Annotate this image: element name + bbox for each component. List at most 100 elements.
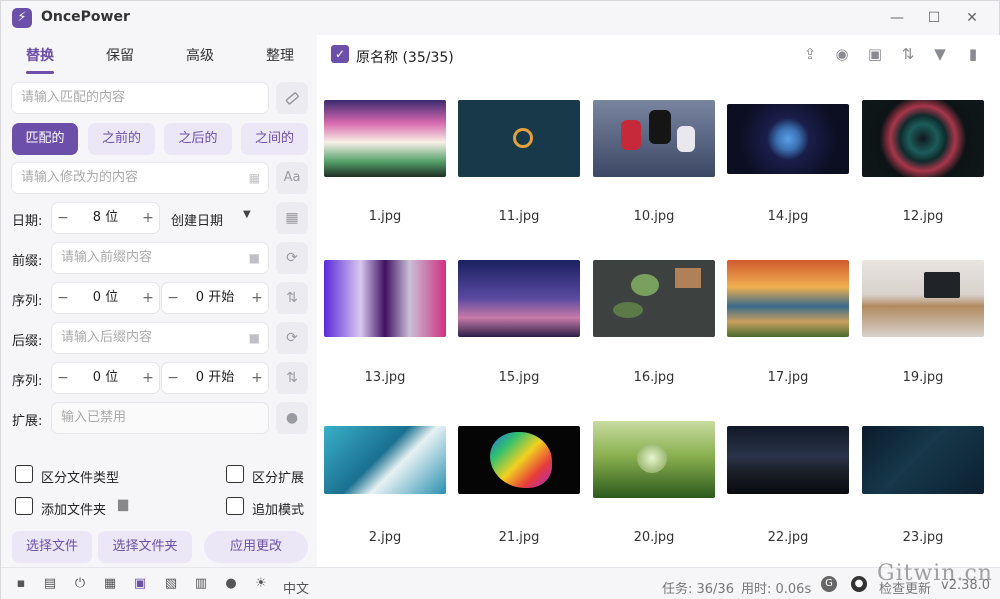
file-name: 12.jpg [902, 209, 944, 224]
apply-changes-button[interactable]: 应用更改 [204, 531, 308, 563]
replace-input[interactable]: 请输入修改为的内容 ▦ [11, 162, 269, 194]
app-logo-icon: ⚡ [12, 8, 32, 28]
minus-icon[interactable]: − [52, 203, 74, 233]
match-input[interactable]: 请输入匹配的内容 [11, 82, 269, 114]
csv-icon[interactable]: ▧ [163, 576, 179, 592]
image-view-icon[interactable]: ▣ [865, 44, 885, 64]
plus-icon[interactable]: + [246, 363, 268, 393]
calendar-button-icon[interactable]: ▦ [276, 202, 308, 234]
distinguish-ext-checkbox[interactable] [226, 465, 244, 483]
tab-advanced[interactable]: 高级 [186, 45, 214, 65]
prefix-label: 前缀: [12, 254, 43, 269]
add-folder-checkbox[interactable] [15, 497, 33, 515]
export-icon[interactable]: ⇪ [800, 44, 820, 64]
maximize-button[interactable]: ☐ [920, 6, 948, 30]
thumbnail-image[interactable] [593, 100, 715, 177]
distinguish-type-checkbox[interactable] [15, 465, 33, 483]
save-icon[interactable]: ▪ [13, 576, 29, 592]
plus-icon[interactable]: + [137, 363, 159, 393]
select-folder-button[interactable]: 选择文件夹 [98, 531, 192, 563]
sun-icon[interactable]: ☀ [253, 576, 269, 592]
language-switch[interactable]: 中文 [283, 578, 309, 597]
refresh-icon[interactable]: ⟳ [276, 322, 308, 354]
plus-icon[interactable]: + [246, 283, 268, 313]
minus-icon[interactable]: − [52, 363, 74, 393]
thumbnail-image[interactable] [727, 426, 849, 494]
folder-icon: ▆ [118, 497, 128, 512]
tab-keep[interactable]: 保留 [106, 45, 134, 65]
thumbnail-image[interactable] [862, 100, 984, 177]
ruler-icon[interactable] [276, 82, 308, 114]
thumbnail-image[interactable] [593, 421, 715, 498]
plus-icon[interactable]: + [137, 283, 159, 313]
lightbulb-icon[interactable]: ● [223, 576, 239, 592]
dashboard-ring [513, 128, 533, 148]
sequence-start-stepper[interactable]: − 0 开始 + [161, 282, 269, 314]
calendar-icon[interactable]: ▥ [193, 576, 209, 592]
font-case-icon[interactable]: Aa [276, 162, 308, 194]
close-button[interactable]: ✕ [958, 6, 986, 30]
prefix-input[interactable]: 请输入前缀内容 ■ [51, 242, 269, 274]
thumbnail-image[interactable] [324, 100, 446, 177]
thumbnail-image[interactable] [324, 260, 446, 337]
sequence-type-icon[interactable]: ⇅ [276, 362, 308, 394]
file-name: 23.jpg [902, 530, 944, 545]
sequence-start-value[interactable]: 0 开始 [184, 363, 246, 393]
image-icon[interactable]: ▣ [132, 576, 148, 592]
tab-organize[interactable]: 整理 [266, 45, 294, 65]
thumbnail-image[interactable] [727, 104, 849, 174]
thumbnail-image[interactable] [458, 426, 580, 494]
calculator-icon[interactable]: ▦ [102, 576, 118, 592]
mode-match-button[interactable]: 匹配的 [12, 123, 78, 155]
select-file-button[interactable]: 选择文件 [12, 531, 92, 563]
sequence-digits-value[interactable]: 0 位 [74, 283, 137, 313]
github-icon[interactable]: ● [851, 576, 867, 592]
sequence-start-stepper[interactable]: − 0 开始 + [161, 362, 269, 394]
date-digits-value[interactable]: 8 位 [74, 203, 137, 233]
file-name: 11.jpg [498, 209, 540, 224]
file-icon[interactable]: ■ [249, 323, 260, 353]
minus-icon[interactable]: − [162, 283, 184, 313]
user-icon[interactable]: ● [276, 402, 308, 434]
laptop-shape [924, 272, 960, 298]
sequence-digits-value[interactable]: 0 位 [74, 363, 137, 393]
sequence-type-icon[interactable]: ⇅ [276, 282, 308, 314]
file-name: 15.jpg [498, 370, 540, 385]
thumbnail-image[interactable] [458, 100, 580, 177]
document-icon[interactable]: ▤ [42, 576, 58, 592]
sequence-digits-stepper[interactable]: − 0 位 + [51, 282, 160, 314]
date-digits-stepper[interactable]: − 8 位 + [51, 202, 160, 234]
thumbnail-image[interactable] [862, 260, 984, 337]
sort-icon[interactable]: ⇅ [898, 44, 918, 64]
sequence-start-value[interactable]: 0 开始 [184, 283, 246, 313]
append-mode-checkbox[interactable] [226, 497, 244, 515]
minimize-button[interactable]: — [883, 6, 911, 30]
mode-before-button[interactable]: 之前的 [88, 123, 155, 155]
date-type-select[interactable]: 创建日期 [171, 210, 223, 229]
file-name: 22.jpg [767, 530, 809, 545]
extension-label: 扩展: [12, 414, 43, 429]
minus-icon[interactable]: − [52, 283, 74, 313]
chevron-down-icon[interactable]: ▼ [243, 209, 251, 220]
trash-icon[interactable]: ▮ [963, 44, 983, 64]
thumbnail-image[interactable] [862, 426, 984, 494]
mode-after-button[interactable]: 之后的 [164, 123, 232, 155]
suffix-input[interactable]: 请输入后缀内容 ■ [51, 322, 269, 354]
thumbnail-image[interactable] [324, 426, 446, 494]
filter-icon[interactable]: ▼ [930, 44, 950, 64]
tab-replace[interactable]: 替换 [26, 45, 54, 65]
thumbnail-image[interactable] [593, 260, 715, 337]
minus-icon[interactable]: − [162, 363, 184, 393]
thumbnail-image[interactable] [727, 260, 849, 337]
gitee-icon[interactable]: G [821, 576, 837, 592]
calendar-icon[interactable]: ▦ [249, 163, 260, 193]
file-icon[interactable]: ■ [249, 243, 260, 273]
sequence-digits-stepper[interactable]: − 0 位 + [51, 362, 160, 394]
mode-between-button[interactable]: 之间的 [241, 123, 308, 155]
original-name-checkbox[interactable]: ✓ [331, 45, 349, 63]
plus-icon[interactable]: + [137, 203, 159, 233]
refresh-icon[interactable]: ⟳ [276, 242, 308, 274]
eye-icon[interactable]: ◉ [832, 44, 852, 64]
thumbnail-image[interactable] [458, 260, 580, 337]
power-icon[interactable]: ⏻ [72, 576, 88, 592]
